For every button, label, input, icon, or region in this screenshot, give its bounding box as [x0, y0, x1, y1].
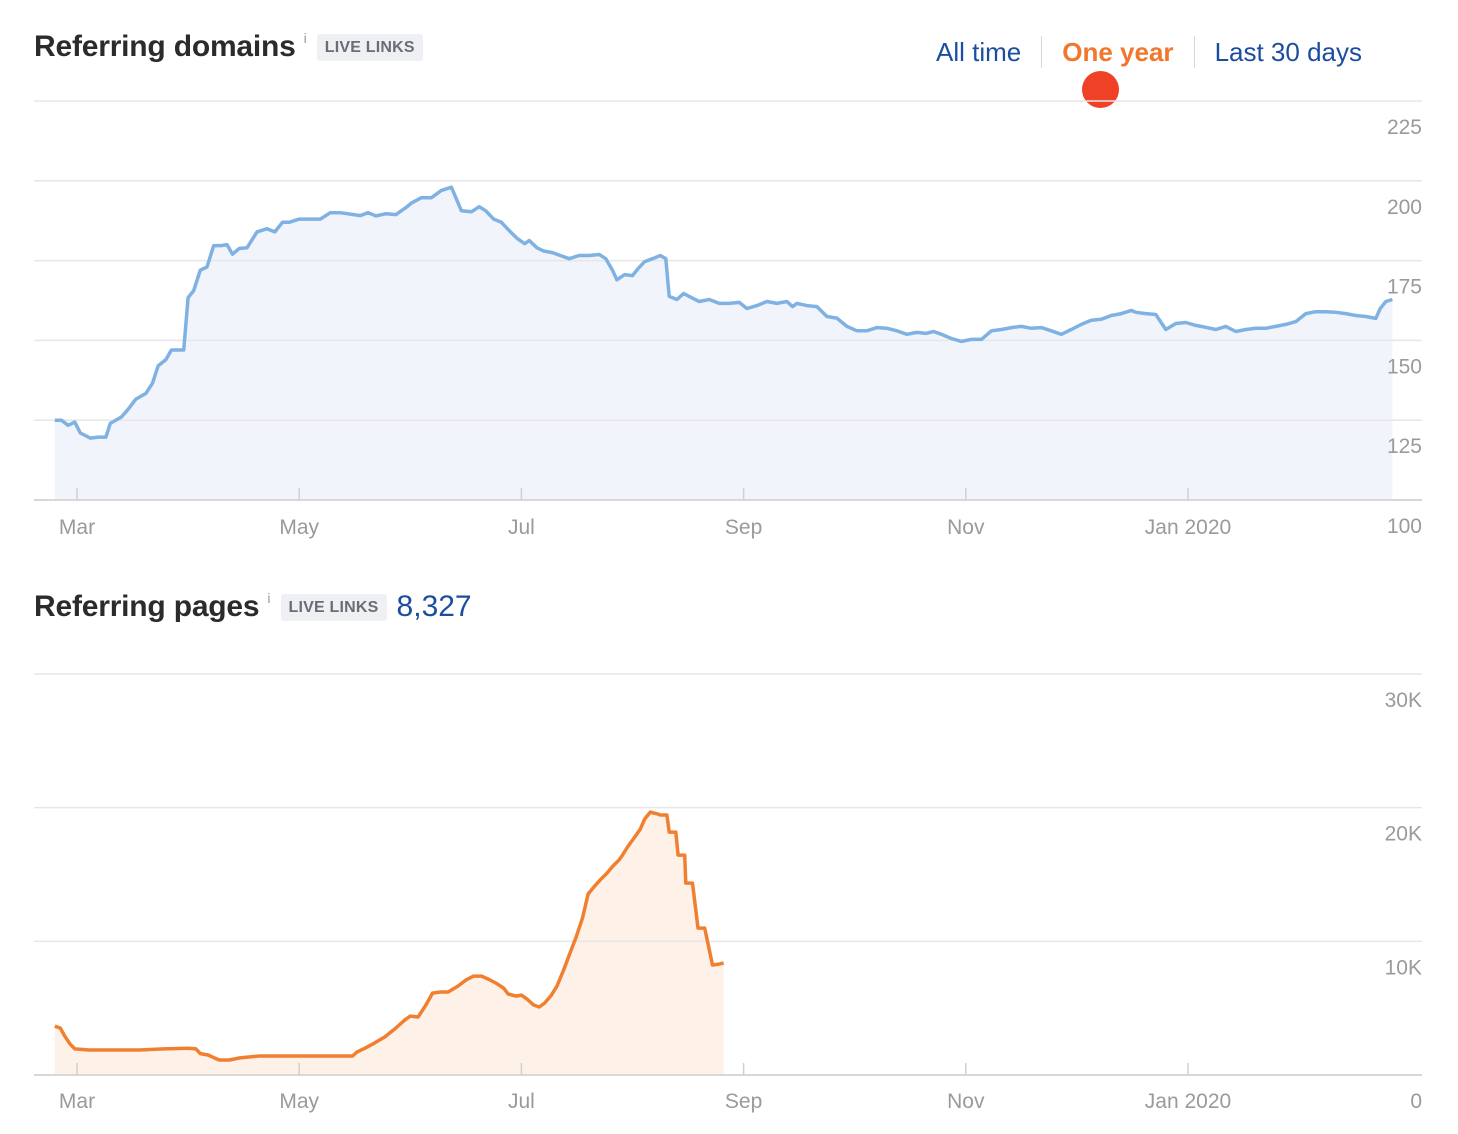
x-tick-label: Jul	[508, 1090, 535, 1113]
data-point	[685, 882, 687, 884]
referring-pages-chart: 30K 20K 10K 0 Mar May Jul Sep Nov Jan 2020	[34, 673, 1422, 1113]
data-point	[213, 1057, 215, 1059]
data-point	[59, 1027, 61, 1029]
data-point	[199, 1053, 201, 1055]
data-point	[538, 1006, 540, 1008]
y-tick-label: 20K	[1385, 823, 1422, 846]
data-point	[582, 917, 584, 919]
data-point	[568, 954, 570, 956]
data-point	[563, 969, 565, 971]
data-point	[556, 985, 558, 987]
data-point	[594, 885, 596, 887]
data-point	[409, 1015, 411, 1017]
data-point	[356, 1051, 358, 1053]
data-point	[432, 992, 434, 994]
data-point	[533, 1004, 535, 1006]
y-tick-label: 0	[1410, 1090, 1422, 1113]
data-point	[639, 828, 641, 830]
data-point	[352, 1055, 354, 1057]
data-point	[634, 836, 636, 838]
data-point	[515, 995, 517, 997]
data-point	[195, 1048, 197, 1050]
data-point	[480, 975, 482, 977]
data-point	[550, 994, 552, 996]
data-point	[659, 814, 661, 816]
data-point	[334, 1055, 336, 1057]
data-point	[163, 1048, 165, 1050]
data-point	[520, 994, 522, 996]
data-point	[187, 1047, 189, 1049]
data-point	[657, 813, 659, 815]
data-point	[308, 1055, 310, 1057]
data-point	[507, 993, 509, 995]
data-point	[465, 979, 467, 981]
x-tick-label: Jan 2020	[1145, 1090, 1231, 1113]
data-point	[495, 982, 497, 984]
data-point	[526, 998, 528, 1000]
y-tick-label: 30K	[1385, 689, 1422, 712]
data-point	[384, 1036, 386, 1038]
data-point	[622, 854, 624, 856]
data-point	[439, 991, 441, 993]
data-point	[487, 978, 489, 980]
data-point	[675, 831, 677, 833]
data-point	[644, 818, 646, 820]
data-point	[618, 859, 620, 861]
data-point	[712, 964, 714, 966]
data-point	[238, 1057, 240, 1059]
x-tick-label: Mar	[59, 1090, 95, 1113]
data-point	[258, 1055, 260, 1057]
data-point	[218, 1059, 220, 1061]
data-point	[723, 962, 725, 964]
data-point	[677, 854, 679, 856]
data-point	[626, 847, 628, 849]
data-point	[704, 927, 706, 929]
data-point	[692, 882, 694, 884]
x-tick-label: Nov	[947, 1090, 985, 1113]
data-point	[544, 1002, 546, 1004]
y-tick-label: 10K	[1385, 956, 1422, 979]
data-point	[394, 1028, 396, 1030]
data-point	[718, 963, 720, 965]
data-point	[612, 866, 614, 868]
data-point	[666, 814, 668, 816]
data-point	[364, 1047, 366, 1049]
data-point	[587, 893, 589, 895]
data-point	[447, 991, 449, 993]
data-point	[374, 1042, 376, 1044]
data-point	[668, 831, 670, 833]
data-point	[653, 812, 655, 814]
data-point	[684, 854, 686, 856]
data-point	[649, 811, 651, 813]
data-point	[473, 975, 475, 977]
data-point	[425, 1004, 427, 1006]
data-point	[599, 879, 601, 881]
data-point	[457, 985, 459, 987]
x-tick-label: May	[279, 1090, 319, 1113]
x-tick-label: Sep	[725, 1090, 762, 1113]
data-point	[697, 927, 699, 929]
data-point	[606, 872, 608, 874]
data-point	[503, 987, 505, 989]
data-point	[54, 1025, 56, 1027]
data-point	[64, 1035, 66, 1037]
data-point	[88, 1049, 90, 1051]
data-point	[284, 1055, 286, 1057]
data-point	[575, 937, 577, 939]
data-point	[207, 1054, 209, 1056]
data-point	[69, 1043, 71, 1045]
data-point	[404, 1019, 406, 1021]
data-point	[417, 1016, 419, 1018]
data-point	[138, 1049, 140, 1051]
data-point	[629, 842, 631, 844]
data-point	[74, 1048, 76, 1050]
data-point	[228, 1059, 230, 1061]
